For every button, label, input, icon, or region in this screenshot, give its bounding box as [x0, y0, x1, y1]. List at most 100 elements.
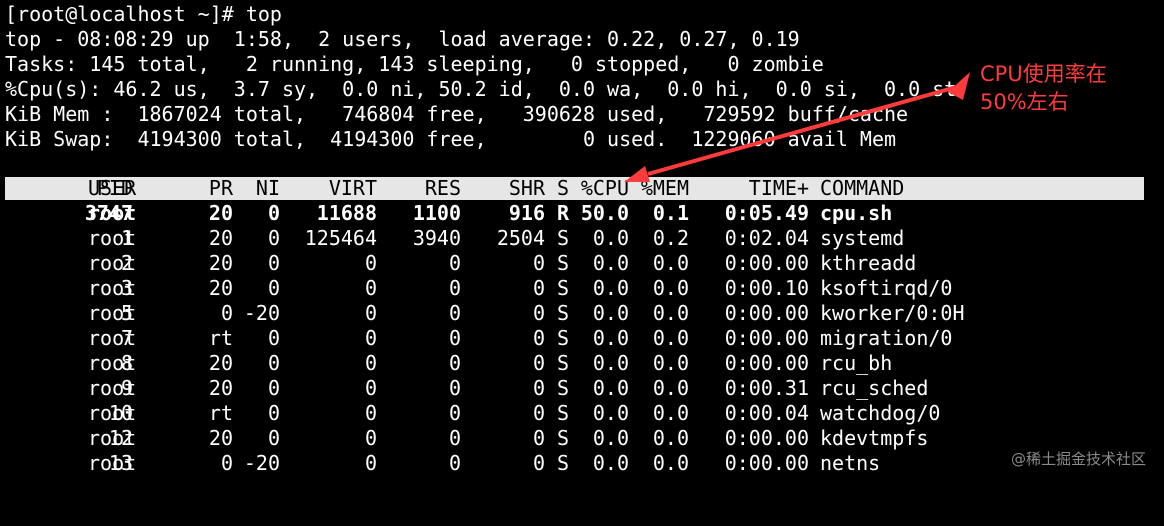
process-virt: 0 [364, 376, 377, 400]
col-user: USER [88, 176, 137, 200]
process-res: 0 [448, 426, 461, 450]
process-command: netns [820, 451, 881, 475]
process-s: S [557, 401, 570, 425]
col-s: S [557, 176, 570, 200]
process-time: 0:00.00 [724, 326, 809, 350]
process-cpu: 0.0 [592, 301, 629, 325]
col-time: TIME+ [748, 176, 809, 200]
process-table: PID USER PR NI VIRT RES SHR S %CPU %MEM … [5, 176, 1155, 476]
process-pr: rt [208, 401, 233, 425]
process-s: S [557, 276, 570, 300]
process-cpu: 0.0 [592, 426, 629, 450]
annotation-line-2: 50%左右 [980, 90, 1069, 114]
process-res: 0 [448, 326, 461, 350]
process-time: 0:00.00 [724, 251, 809, 275]
process-s: S [557, 451, 570, 475]
process-ni: -20 [243, 301, 280, 325]
process-user: root [88, 251, 137, 275]
process-ni: 0 [267, 326, 280, 350]
col-shr: SHR [508, 176, 545, 200]
process-ni: 0 [267, 426, 280, 450]
process-cpu: 50.0 [580, 201, 629, 225]
process-mem: 0.0 [652, 301, 689, 325]
process-ni: 0 [267, 401, 280, 425]
process-user: root [88, 201, 137, 225]
process-s: S [557, 351, 570, 375]
process-mem: 0.0 [652, 401, 689, 425]
process-row: 12 root 20 0 0 0 0 S 0.0 0.0 0:00.00 kdevtmpfs [5, 426, 1155, 451]
process-mem: 0.1 [652, 201, 689, 225]
process-pr: 20 [208, 201, 233, 225]
process-mem: 0.2 [652, 226, 689, 250]
process-user: root [88, 426, 137, 450]
col-cpu: %CPU [580, 176, 629, 200]
process-shr: 0 [532, 326, 545, 350]
process-time: 0:00.04 [724, 401, 809, 425]
process-res: 1100 [412, 201, 461, 225]
process-time: 0:00.00 [724, 426, 809, 450]
process-s: S [557, 251, 570, 275]
process-command: rcu_bh [820, 351, 893, 375]
process-shr: 0 [532, 251, 545, 275]
process-user: root [88, 226, 137, 250]
process-mem: 0.0 [652, 251, 689, 275]
process-res: 0 [448, 251, 461, 275]
col-res: RES [424, 176, 461, 200]
process-ni: 0 [267, 351, 280, 375]
process-virt: 0 [364, 301, 377, 325]
process-cpu: 0.0 [592, 351, 629, 375]
process-pr: 20 [208, 376, 233, 400]
process-ni: 0 [267, 226, 280, 250]
process-time: 0:05.49 [724, 201, 809, 225]
process-shr: 0 [532, 426, 545, 450]
process-row: 8 root 20 0 0 0 0 S 0.0 0.0 0:00.00 rcu_bh [5, 351, 1155, 376]
process-virt: 11688 [316, 201, 377, 225]
process-row: 13 root 0 -20 0 0 0 S 0.0 0.0 0:00.00 netns [5, 451, 1155, 476]
process-res: 0 [448, 451, 461, 475]
process-time: 0:00.00 [724, 351, 809, 375]
process-pr: 0 [220, 301, 233, 325]
process-time: 0:00.31 [724, 376, 809, 400]
annotation-line-1: CPU使用率在 [980, 62, 1107, 86]
process-s: S [557, 426, 570, 450]
process-virt: 0 [364, 351, 377, 375]
process-shr: 916 [508, 201, 545, 225]
process-res: 0 [448, 351, 461, 375]
process-cpu: 0.0 [592, 251, 629, 275]
process-user: root [88, 276, 137, 300]
process-command: watchdog/0 [820, 401, 941, 425]
process-row: 9 root 20 0 0 0 0 S 0.0 0.0 0:00.31 rcu_sched [5, 376, 1155, 401]
process-user: root [88, 301, 137, 325]
process-cpu: 0.0 [592, 276, 629, 300]
col-pr: PR [208, 176, 233, 200]
process-user: root [88, 451, 137, 475]
process-pr: 20 [208, 251, 233, 275]
process-cpu: 0.0 [592, 451, 629, 475]
col-virt: VIRT [328, 176, 377, 200]
process-mem: 0.0 [652, 326, 689, 350]
process-virt: 0 [364, 401, 377, 425]
process-s: S [557, 226, 570, 250]
process-virt: 0 [364, 251, 377, 275]
process-virt: 125464 [304, 226, 377, 250]
process-res: 3940 [412, 226, 461, 250]
process-shr: 0 [532, 376, 545, 400]
process-user: root [88, 351, 137, 375]
process-mem: 0.0 [652, 276, 689, 300]
process-command: cpu.sh [820, 201, 893, 225]
cpu-annotation: CPU使用率在 50%左右 [980, 60, 1107, 116]
process-s: S [557, 376, 570, 400]
process-mem: 0.0 [652, 351, 689, 375]
process-shr: 0 [532, 276, 545, 300]
process-row: 5 root 0 -20 0 0 0 S 0.0 0.0 0:00.00 kworker/0:0H [5, 301, 1155, 326]
process-time: 0:00.10 [724, 276, 809, 300]
swap-line: KiB Swap: 4194300 total, 4194300 free, 0… [5, 127, 897, 151]
process-pr: 20 [208, 226, 233, 250]
process-res: 0 [448, 376, 461, 400]
process-res: 0 [448, 276, 461, 300]
process-virt: 0 [364, 326, 377, 350]
process-pr: 20 [208, 276, 233, 300]
uptime-line: top - 08:08:29 up 1:58, 2 users, load av… [5, 27, 800, 51]
process-row: 2 root 20 0 0 0 0 S 0.0 0.0 0:00.00 kthreadd [5, 251, 1155, 276]
process-res: 0 [448, 401, 461, 425]
